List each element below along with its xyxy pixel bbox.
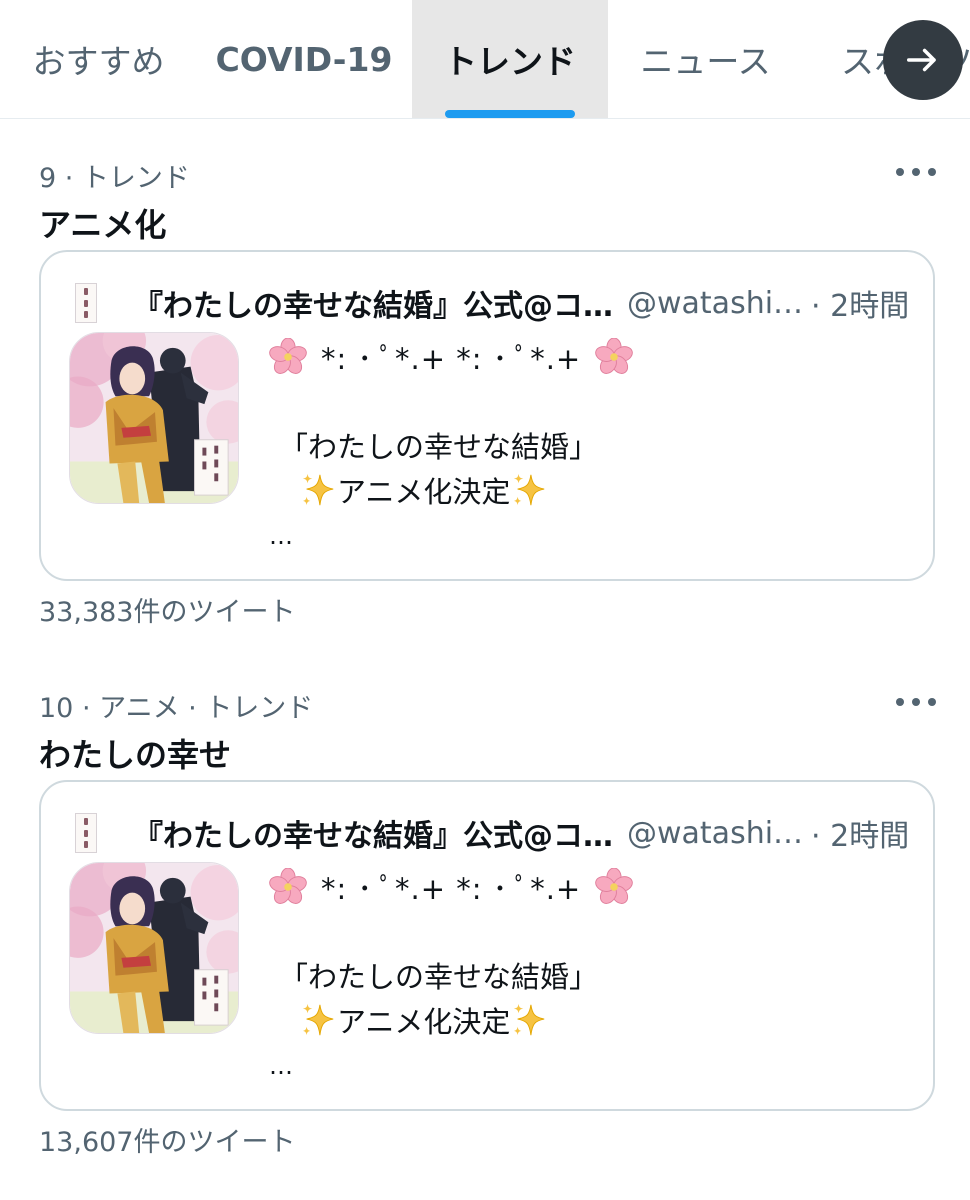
tab-label: ニュース [640,42,771,81]
decorative-line: *: ･ ﾟ*.+ *: ･ ﾟ*.+ [269,336,909,378]
decorative-stars: *: ･ ﾟ*.+ *: ･ ﾟ*.+ [321,342,582,376]
tweet-quote: 「わたしの幸せな結婚」 [279,430,599,464]
tweet-text: *: ･ ﾟ*.+ *: ･ ﾟ*.+ 「わたしの幸せな結婚」 アニメ化決定 … [269,336,909,550]
avatar [75,813,97,853]
announcement-text: アニメ化決定 [337,1005,511,1039]
tweet-count: 33,383件のツイート [39,597,296,628]
more-options-icon[interactable] [896,160,936,184]
tab-label: COVID-19 [215,39,393,79]
announcement-line: アニメ化決定 [299,469,548,511]
author-handle: @watashi… [627,815,804,851]
decorative-line: *: ･ ﾟ*.+ *: ･ ﾟ*.+ [269,866,909,908]
tweet-count: 13,607件のツイート [39,1127,296,1158]
cherry-blossom-icon [269,338,307,376]
announcement-line: アニメ化決定 [299,999,548,1041]
tweet-time: · 2時間 [811,289,910,324]
sparkles-icon [299,471,337,509]
tab-for-you[interactable]: おすすめ [0,0,197,118]
cherry-blossom-icon [595,338,633,376]
tab-label: おすすめ [32,42,165,81]
explore-tab-bar: おすすめ COVID-19 トレンド ニュース スポーツ [0,0,970,119]
announcement-text: アニメ化決定 [337,475,511,509]
active-tab-indicator [445,110,575,118]
tab-trending[interactable]: トレンド [412,0,608,118]
author-name: 『わたしの幸せな結婚』公式@コ… [133,819,613,854]
tweet-header: 『わたしの幸せな結婚』公式@コ… @watashi… · 2時間 [133,282,913,325]
author-handle: @watashi… [627,285,804,321]
scroll-tabs-right-button[interactable] [883,20,963,100]
sparkles-icon [510,1001,548,1039]
trend-context: 9 · トレンド [39,163,190,194]
tab-covid-19[interactable]: COVID-19 [197,0,411,118]
tab-label: トレンド [444,42,576,81]
author-name: 『わたしの幸せな結婚』公式@コ… [133,289,613,324]
trend-title: アニメ化 [39,206,167,244]
tab-news[interactable]: ニュース [608,0,803,118]
truncation-ellipsis: … [269,1052,293,1080]
cherry-blossom-icon [595,868,633,906]
sparkles-icon [510,471,548,509]
cherry-blossom-icon [269,868,307,906]
decorative-stars: *: ･ ﾟ*.+ *: ･ ﾟ*.+ [321,872,582,906]
tweet-quote: 「わたしの幸せな結婚」 [279,960,599,994]
tweet-media-thumbnail[interactable] [69,332,239,504]
tweet-preview-card[interactable]: 『わたしの幸せな結婚』公式@コ… @watashi… · 2時間 *: ･ ﾟ*… [39,250,935,581]
more-options-icon[interactable] [896,690,936,714]
tweet-preview-card[interactable]: 『わたしの幸せな結婚』公式@コ… @watashi… · 2時間 *: ･ ﾟ*… [39,780,935,1111]
trend-context: 10 · アニメ · トレンド [39,693,314,724]
trend-title: わたしの幸せ [39,736,232,774]
tweet-media-thumbnail[interactable] [69,862,239,1034]
arrow-right-icon [907,48,936,72]
truncation-ellipsis: … [269,522,293,550]
tweet-text: *: ･ ﾟ*.+ *: ･ ﾟ*.+ 「わたしの幸せな結婚」 アニメ化決定 … [269,866,909,1080]
avatar [75,283,97,323]
sparkles-icon [299,1001,337,1039]
tweet-header: 『わたしの幸せな結婚』公式@コ… @watashi… · 2時間 [133,812,913,855]
tweet-time: · 2時間 [811,819,910,854]
